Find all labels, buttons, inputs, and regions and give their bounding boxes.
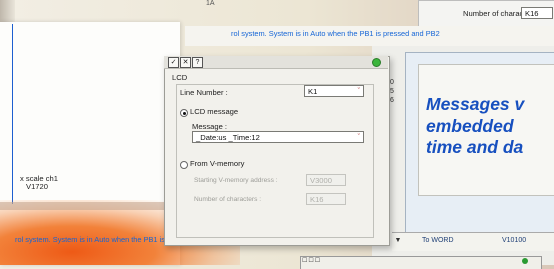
status-ok-icon xyxy=(372,58,381,67)
rung-comment-top: rol system. System is in Auto when the P… xyxy=(231,29,440,38)
group-title: LCD xyxy=(172,73,188,82)
option-lcd-message-label: LCD message xyxy=(190,107,239,116)
status-dot-icon xyxy=(522,258,528,264)
starting-address-label: Starting V-memory address : xyxy=(194,177,278,184)
right-panel-digit: 6 xyxy=(390,97,394,104)
background-rung-comment-top: rol system. System is in Auto when the P… xyxy=(185,26,554,46)
right-panel-digits: 0 5 6 xyxy=(390,78,394,105)
promo-headline: Messages v embedded time and da xyxy=(426,94,524,159)
close-icon[interactable]: ✕ xyxy=(180,57,191,68)
help-icon[interactable]: ? xyxy=(192,57,203,68)
checkmark-icon[interactable]: ✓ xyxy=(168,57,179,68)
headline-line-2: embedded xyxy=(426,115,514,136)
left-sheet-value: V1720 xyxy=(26,182,48,191)
radio-lcd-message[interactable] xyxy=(180,109,188,117)
headline-line-3: time and da xyxy=(426,137,524,157)
line-number-field[interactable]: K1 ˇ xyxy=(304,85,364,97)
headline-line-1: Messages v xyxy=(426,94,525,114)
top-window-value: K16 xyxy=(521,7,553,19)
option-from-vmemory-label: From V-memory xyxy=(190,159,245,168)
background-bottom-window xyxy=(300,256,542,269)
right-panel-digit: 5 xyxy=(390,88,394,95)
table-cell-right: V10100 xyxy=(502,237,527,244)
line-number-label: Line Number : xyxy=(180,88,228,97)
num-chars-field[interactable]: K16 xyxy=(306,193,346,205)
ladder-rail xyxy=(12,24,13,204)
bottom-window-icons: ☐☐☐ xyxy=(302,258,322,264)
spin-icon: ˇ xyxy=(357,134,360,141)
num-chars-label: Number of characters : xyxy=(194,196,262,203)
top-left-fragment: 1A xyxy=(206,0,215,7)
right-panel-digit: 0 xyxy=(390,79,394,86)
message-label: Message : xyxy=(192,122,228,131)
message-field[interactable]: _Date:us _Time:12 ˇ xyxy=(192,131,364,143)
table-cell-left: To WORD xyxy=(422,237,454,244)
dialog-title-icons: ✓ ✕ ? xyxy=(168,57,203,68)
starting-address-field[interactable]: V3000 xyxy=(306,174,346,186)
spin-icon: ˇ xyxy=(357,88,360,95)
background-table-row: To WORD V10100 xyxy=(392,232,554,251)
radio-from-vmemory[interactable] xyxy=(180,161,188,169)
chevron-down-icon[interactable]: ▼ xyxy=(393,236,403,246)
